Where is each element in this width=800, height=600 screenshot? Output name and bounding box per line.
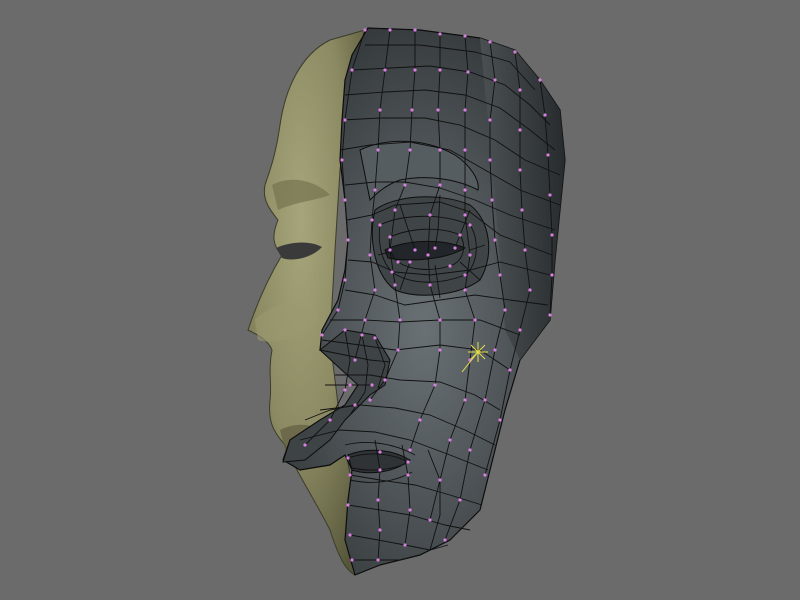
3d-viewport[interactable] xyxy=(0,0,800,600)
viewport-canvas[interactable] xyxy=(0,0,800,600)
